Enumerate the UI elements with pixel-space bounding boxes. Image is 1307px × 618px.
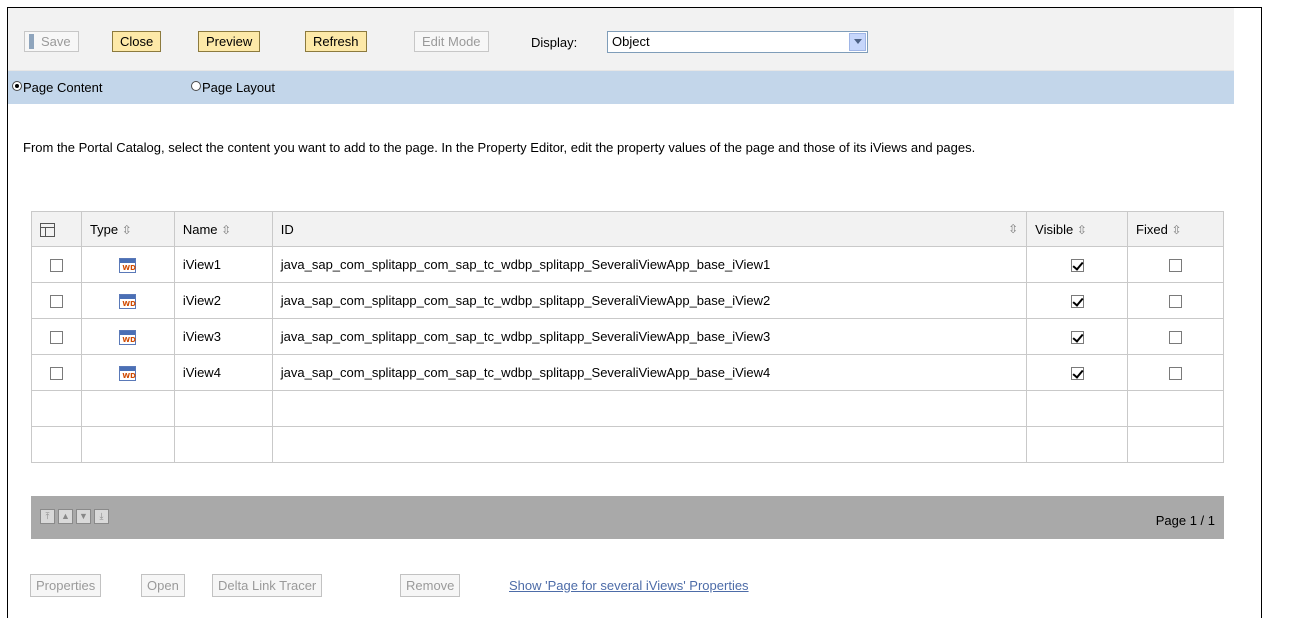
row-name: iView3 xyxy=(173,318,273,355)
sort-icon[interactable]: ⇳ xyxy=(1171,223,1181,237)
id-header-label: ID xyxy=(280,221,294,237)
sort-icon[interactable]: ⇳ xyxy=(221,223,231,237)
toolbar: Save Close Preview Refresh Edit Mode Dis… xyxy=(8,8,1234,71)
display-select-value: Object xyxy=(612,34,650,49)
sort-icon[interactable]: ⇳ xyxy=(1077,223,1087,237)
first-page-icon[interactable]: ⤒ xyxy=(40,509,55,524)
remove-button[interactable]: Remove xyxy=(400,574,461,597)
visible-column-header[interactable]: Visible ⇳ xyxy=(1026,211,1129,247)
page-layout-label: Page Layout xyxy=(202,80,276,95)
row-select-checkbox[interactable] xyxy=(49,331,63,345)
sort-icon[interactable]: ⇳ xyxy=(122,223,132,237)
type-column-header[interactable]: Type ⇳ xyxy=(80,211,175,247)
fixed-column-header[interactable]: Fixed ⇳ xyxy=(1127,211,1224,247)
fixed-checkbox[interactable] xyxy=(1169,295,1183,309)
name-header-label: Name xyxy=(182,221,218,237)
mode-bar: Page Content Page Layout xyxy=(8,71,1234,104)
page-content-label: Page Content xyxy=(23,80,103,95)
visible-header-label: Visible xyxy=(1035,221,1074,237)
webdynpro-icon: WD xyxy=(119,293,137,309)
table-footer: ⤒ ▲ ▼ ⤓ Page 1 / 1 xyxy=(31,496,1224,539)
table-row[interactable]: WD iView3 java_sap_com_splitapp_com_sap_… xyxy=(31,318,1224,355)
row-select-checkbox[interactable] xyxy=(49,367,63,381)
row-name: iView2 xyxy=(173,282,273,319)
fixed-checkbox[interactable] xyxy=(1169,259,1183,273)
column-select-header[interactable] xyxy=(31,211,82,247)
page-content-radio[interactable]: Page Content xyxy=(12,80,103,95)
table-row[interactable]: WD iView2 java_sap_com_splitapp_com_sap_… xyxy=(31,282,1224,319)
row-id: java_sap_com_splitapp_com_sap_tc_wdbp_sp… xyxy=(271,246,1028,283)
table-header: Type ⇳ Name ⇳ ID ⇳ Visible ⇳ Fixed ⇳ xyxy=(31,211,1224,247)
visible-checkbox[interactable] xyxy=(1070,331,1084,345)
fixed-checkbox[interactable] xyxy=(1169,367,1183,381)
radio-unselected-icon xyxy=(191,81,201,91)
content-table: Type ⇳ Name ⇳ ID ⇳ Visible ⇳ Fixed ⇳ WD i… xyxy=(31,211,1224,463)
instructions-text: From the Portal Catalog, select the cont… xyxy=(23,140,976,155)
fixed-checkbox[interactable] xyxy=(1169,331,1183,345)
row-name: iView1 xyxy=(173,246,273,283)
row-select-checkbox[interactable] xyxy=(49,295,63,309)
display-label: Display: xyxy=(531,35,578,50)
page-layout-radio[interactable]: Page Layout xyxy=(191,80,275,95)
sort-icon[interactable]: ⇳ xyxy=(1008,222,1018,236)
table-row[interactable]: WD iView1 java_sap_com_splitapp_com_sap_… xyxy=(31,246,1224,283)
webdynpro-icon: WD xyxy=(119,257,137,273)
delta-link-tracer-button[interactable]: Delta Link Tracer xyxy=(212,574,323,597)
previous-page-icon[interactable]: ▲ xyxy=(58,509,73,524)
refresh-button[interactable]: Refresh xyxy=(305,31,367,52)
chevron-down-icon[interactable] xyxy=(849,33,866,51)
visible-checkbox[interactable] xyxy=(1070,295,1084,309)
row-id: java_sap_com_splitapp_com_sap_tc_wdbp_sp… xyxy=(271,354,1028,391)
radio-selected-icon xyxy=(12,81,22,91)
empty-row xyxy=(31,426,1224,463)
close-button[interactable]: Close xyxy=(112,31,162,52)
row-select-checkbox[interactable] xyxy=(49,259,63,273)
visible-checkbox[interactable] xyxy=(1070,259,1084,273)
row-name: iView4 xyxy=(173,354,273,391)
preview-button[interactable]: Preview xyxy=(198,31,261,52)
empty-row xyxy=(31,390,1224,427)
next-page-icon[interactable]: ▼ xyxy=(76,509,91,524)
last-page-icon[interactable]: ⤓ xyxy=(94,509,109,524)
edit-mode-button[interactable]: Edit Mode xyxy=(414,31,489,52)
show-properties-link[interactable]: Show 'Page for several iViews' Propertie… xyxy=(509,578,749,593)
open-button[interactable]: Open xyxy=(141,574,185,597)
row-id: java_sap_com_splitapp_com_sap_tc_wdbp_sp… xyxy=(271,282,1028,319)
visible-checkbox[interactable] xyxy=(1070,367,1084,381)
name-column-header[interactable]: Name ⇳ xyxy=(173,211,273,247)
properties-button[interactable]: Properties xyxy=(30,574,102,597)
display-select[interactable]: Object xyxy=(607,31,868,53)
id-column-header[interactable]: ID ⇳ xyxy=(271,211,1028,247)
row-id: java_sap_com_splitapp_com_sap_tc_wdbp_sp… xyxy=(271,318,1028,355)
page-info: Page 1 / 1 xyxy=(1155,513,1215,528)
type-header-label: Type xyxy=(89,221,119,237)
column-settings-icon[interactable] xyxy=(40,222,55,237)
webdynpro-icon: WD xyxy=(119,365,137,381)
fixed-header-label: Fixed xyxy=(1136,221,1168,237)
save-button[interactable]: Save xyxy=(24,31,79,52)
table-row[interactable]: WD iView4 java_sap_com_splitapp_com_sap_… xyxy=(31,354,1224,391)
webdynpro-icon: WD xyxy=(119,329,137,345)
